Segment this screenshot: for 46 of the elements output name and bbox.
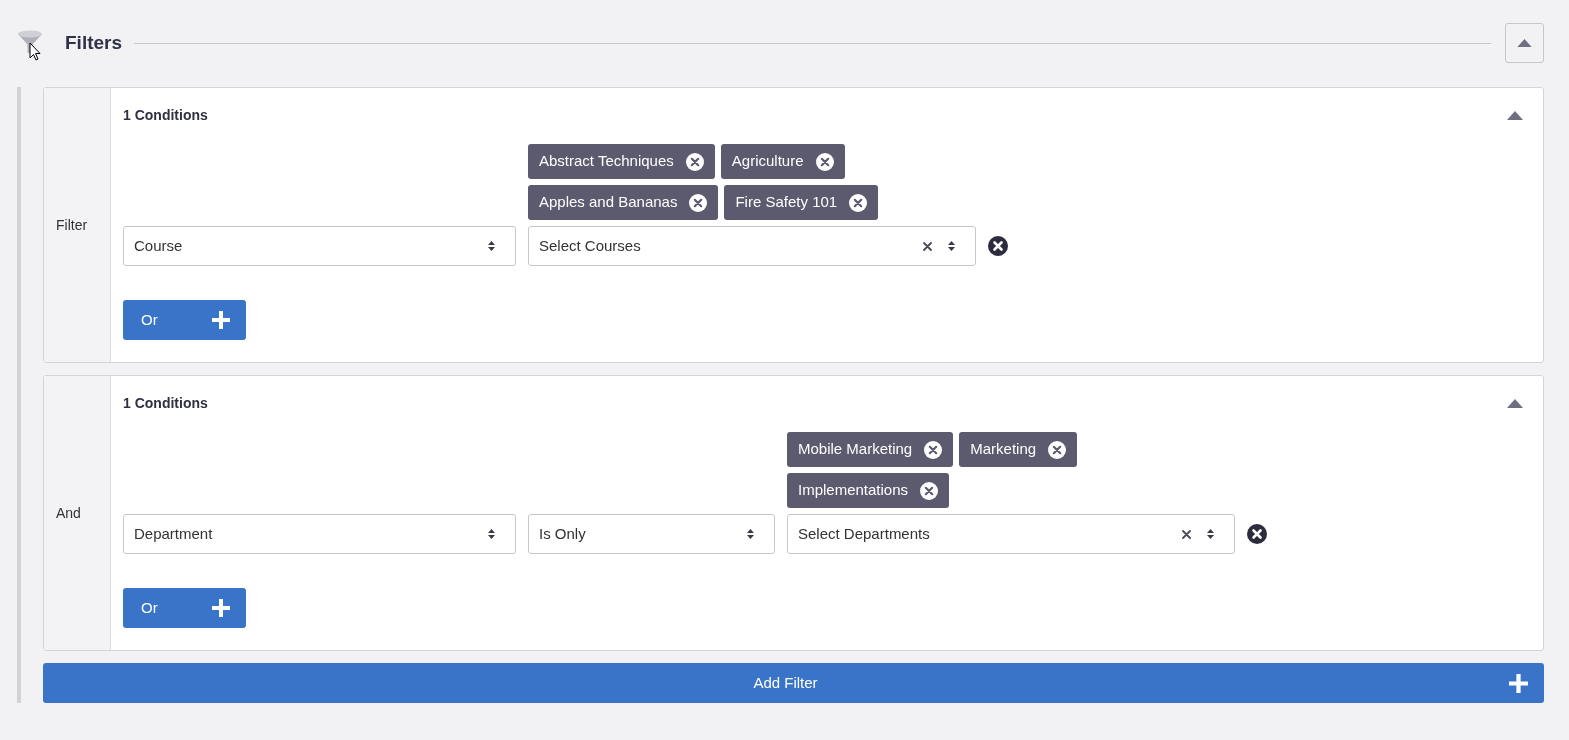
selected-tag: Fire Safety 101 xyxy=(724,185,879,220)
remove-condition-icon[interactable] xyxy=(1247,524,1267,544)
collapse-caret-icon[interactable] xyxy=(1507,398,1523,408)
multi-select-field[interactable]: Select Departments xyxy=(787,514,1235,554)
remove-tag-icon[interactable] xyxy=(920,481,939,500)
mouse-pointer-icon xyxy=(29,42,41,61)
selected-tag: Abstract Techniques xyxy=(528,144,715,179)
sort-arrows-icon xyxy=(1207,529,1214,539)
filters-title: Filters xyxy=(65,30,123,55)
select-search-input[interactable]: Select Departments xyxy=(798,522,1166,546)
remove-tag-icon[interactable] xyxy=(815,152,834,171)
dropdown-select[interactable]: Is Only xyxy=(528,514,775,554)
dropdown-select[interactable]: Department xyxy=(123,514,516,554)
add-filter-button[interactable]: Add Filter xyxy=(43,663,1544,703)
collapse-caret-icon[interactable] xyxy=(1517,39,1532,47)
multi-select-field[interactable]: Select Courses xyxy=(528,226,976,266)
group-operator-label: And xyxy=(56,503,81,523)
remove-tag-icon[interactable] xyxy=(689,193,708,212)
clear-icon[interactable] xyxy=(923,241,932,251)
sort-arrows-icon xyxy=(948,241,955,251)
sort-arrows-icon xyxy=(488,241,495,251)
selected-tag: Implementations xyxy=(787,473,950,508)
collapse-button[interactable] xyxy=(1505,23,1544,63)
remove-condition-icon[interactable] xyxy=(988,236,1008,256)
selected-tag: Apples and Bananas xyxy=(528,185,719,220)
conditions-heading: 1 Conditions xyxy=(123,393,208,413)
clear-icon[interactable] xyxy=(1182,529,1191,539)
plus-icon xyxy=(1509,673,1528,693)
sort-arrows-icon xyxy=(488,529,495,539)
dropdown-select[interactable]: Course xyxy=(123,226,516,266)
sort-arrows-icon xyxy=(747,529,754,539)
selected-tag: Marketing xyxy=(959,432,1078,467)
or-button[interactable]: Or xyxy=(123,588,246,628)
selected-tag: Agriculture xyxy=(720,144,845,179)
remove-tag-icon[interactable] xyxy=(924,440,943,459)
remove-tag-icon[interactable] xyxy=(685,152,704,171)
plus-icon xyxy=(212,311,230,329)
plus-icon xyxy=(212,599,230,617)
collapse-caret-icon[interactable] xyxy=(1507,110,1523,120)
group-operator-label: Filter xyxy=(56,215,88,235)
conditions-heading: 1 Conditions xyxy=(123,105,208,125)
remove-tag-icon[interactable] xyxy=(1048,440,1067,459)
remove-tag-icon[interactable] xyxy=(849,193,868,212)
selected-tag: Mobile Marketing xyxy=(787,432,954,467)
select-search-input[interactable]: Select Courses xyxy=(539,234,907,258)
or-button[interactable]: Or xyxy=(123,300,246,340)
